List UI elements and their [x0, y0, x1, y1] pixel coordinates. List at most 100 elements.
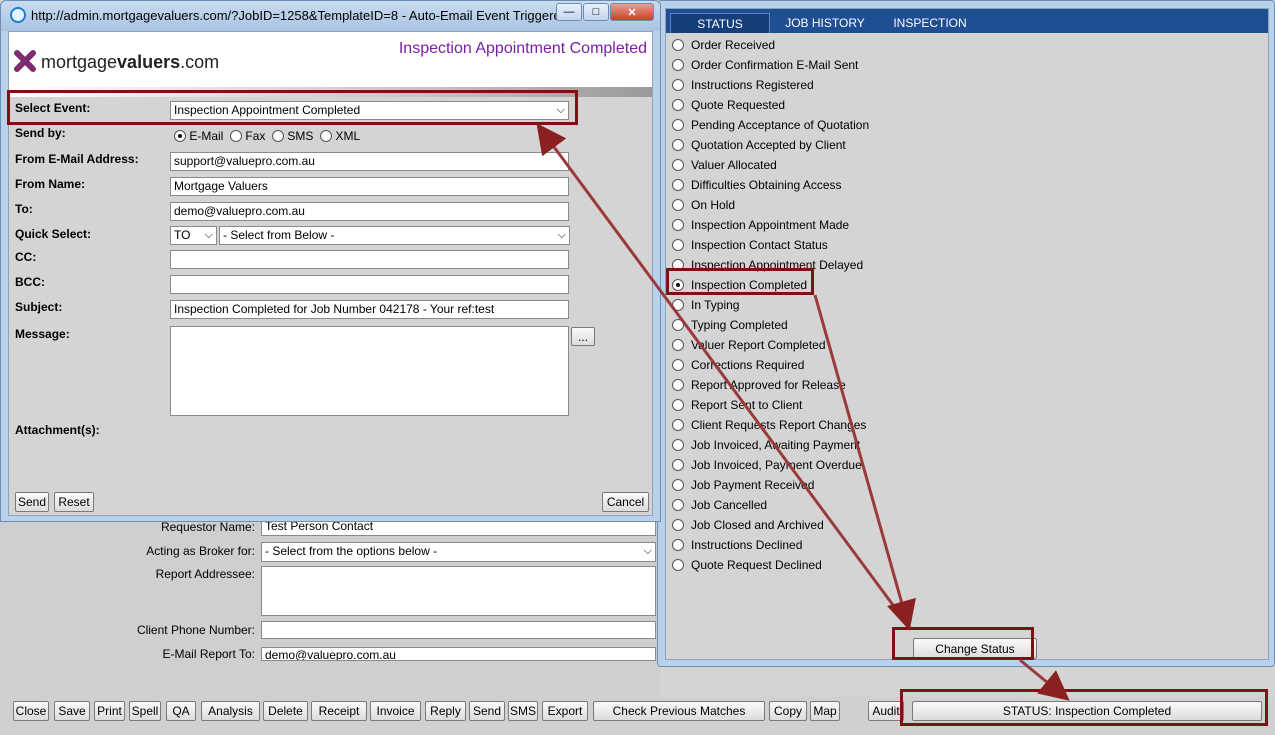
minimize-icon[interactable]: — [556, 3, 582, 21]
from-email-field[interactable]: support@valuepro.com.au [170, 152, 569, 171]
toolbar-button-receipt[interactable]: Receipt [311, 701, 367, 721]
status-option-label: Inspection Contact Status [691, 238, 828, 252]
radio-icon [672, 279, 684, 291]
status-option[interactable]: Job Closed and Archived [672, 516, 824, 534]
status-option[interactable]: Instructions Declined [672, 536, 802, 554]
status-option-label: Job Closed and Archived [691, 518, 824, 532]
send-by-sms-option[interactable]: SMS [272, 129, 313, 143]
tab-status[interactable]: STATUS [670, 13, 770, 33]
message-more-button[interactable]: ... [571, 327, 595, 346]
broker-label: Acting as Broker for: [146, 544, 255, 558]
subject-field[interactable]: Inspection Completed for Job Number 0421… [170, 300, 569, 319]
toolbar-button-sms[interactable]: SMS [508, 701, 538, 721]
toolbar-button-copy[interactable]: Copy [769, 701, 807, 721]
status-option[interactable]: Order Confirmation E-Mail Sent [672, 56, 858, 74]
status-option[interactable]: Quote Request Declined [672, 556, 822, 574]
toolbar-button-send[interactable]: Send [469, 701, 505, 721]
status-indicator-button[interactable]: STATUS: Inspection Completed [912, 701, 1262, 721]
toolbar-button-spell[interactable]: Spell [129, 701, 161, 721]
status-option[interactable]: Pending Acceptance of Quotation [672, 116, 869, 134]
status-option[interactable]: On Hold [672, 196, 735, 214]
toolbar-button-analysis[interactable]: Analysis [201, 701, 260, 721]
status-option[interactable]: Corrections Required [672, 356, 804, 374]
toolbar-button-print[interactable]: Print [94, 701, 125, 721]
quick-select-to-dropdown[interactable]: TO ⌵ [170, 226, 217, 245]
to-field[interactable]: demo@valuepro.com.au [170, 202, 569, 221]
from-name-field[interactable]: Mortgage Valuers [170, 177, 569, 196]
toolbar-button-check-previous-matches[interactable]: Check Previous Matches [593, 701, 765, 721]
status-option[interactable]: Quote Requested [672, 96, 785, 114]
logo-mark-icon [14, 50, 36, 72]
status-option[interactable]: Job Payment Received [672, 476, 814, 494]
toolbar-button-export[interactable]: Export [542, 701, 588, 721]
bottom-toolbar: Close Save Print Spell QA Analysis Delete Recei… [0, 697, 1275, 735]
status-option-label: Inspection Appointment Delayed [691, 258, 864, 272]
toolbar-button-reply[interactable]: Reply [425, 701, 466, 721]
cancel-button[interactable]: Cancel [602, 492, 649, 512]
status-option[interactable]: Report Sent to Client [672, 396, 802, 414]
status-option[interactable]: Order Received [672, 36, 775, 54]
status-option[interactable]: Quotation Accepted by Client [672, 136, 846, 154]
send-by-xml-option[interactable]: XML [320, 129, 360, 143]
browser-icon [10, 7, 26, 23]
toolbar-button-map[interactable]: Map [810, 701, 840, 721]
send-button[interactable]: Send [15, 492, 49, 512]
send-by-email-option[interactable]: E-Mail [174, 129, 223, 143]
header-divider [9, 87, 652, 97]
status-option-label: Corrections Required [691, 358, 805, 372]
status-option[interactable]: Typing Completed [672, 316, 788, 334]
radio-icon [672, 419, 684, 431]
toolbar-button-close[interactable]: Close [13, 701, 49, 721]
toolbar-button-qa[interactable]: QA [166, 701, 196, 721]
radio-icon [672, 499, 684, 511]
send-by-label: Send by: [15, 126, 66, 140]
send-by-fax-option[interactable]: Fax [230, 129, 265, 143]
change-status-button[interactable]: Change Status [913, 638, 1037, 659]
broker-select[interactable]: - Select from the options below - ⌵ [261, 542, 656, 562]
status-option[interactable]: Job Invoiced, Awaiting Payment [672, 436, 860, 454]
bcc-field[interactable] [170, 275, 569, 294]
report-addressee-field[interactable] [261, 566, 656, 616]
radio-icon [672, 379, 684, 391]
client-phone-field[interactable] [261, 621, 656, 639]
status-option[interactable]: Inspection Completed [672, 276, 807, 294]
status-option[interactable]: Difficulties Obtaining Access [672, 176, 842, 194]
select-event-dropdown[interactable]: Inspection Appointment Completed ⌵ [170, 101, 569, 120]
to-label: To: [15, 202, 33, 216]
tab-inspection[interactable]: INSPECTION [892, 13, 968, 33]
status-option[interactable]: Job Cancelled [672, 496, 767, 514]
status-option-label: Order Confirmation E-Mail Sent [691, 58, 859, 72]
radio-icon [672, 479, 684, 491]
status-option[interactable]: Inspection Appointment Made [672, 216, 849, 234]
quick-select-dropdown[interactable]: - Select from Below - ⌵ [219, 226, 570, 245]
chevron-down-icon: ⌵ [643, 545, 652, 557]
status-option[interactable]: Valuer Allocated [672, 156, 777, 174]
popup-titlebar[interactable]: http://admin.mortgagevaluers.com/?JobID=… [1, 1, 660, 31]
status-option[interactable]: Inspection Contact Status [672, 236, 828, 254]
status-option[interactable]: Instructions Registered [672, 76, 814, 94]
status-option[interactable]: Inspection Appointment Delayed [672, 256, 863, 274]
radio-icon [672, 459, 684, 471]
status-option[interactable]: Valuer Report Completed [672, 336, 826, 354]
status-option-label: Report Approved for Release [691, 378, 846, 392]
cc-field[interactable] [170, 250, 569, 269]
radio-icon [672, 299, 684, 311]
toolbar-button-save[interactable]: Save [54, 701, 90, 721]
select-event-value: Inspection Appointment Completed [174, 103, 361, 117]
status-option-label: Valuer Allocated [691, 158, 777, 172]
reset-button[interactable]: Reset [54, 492, 94, 512]
toolbar-button-invoice[interactable]: Invoice [370, 701, 421, 721]
status-option-label: Instructions Declined [691, 538, 803, 552]
close-icon[interactable]: ✕ [610, 3, 654, 21]
message-textarea[interactable] [170, 326, 569, 416]
status-option[interactable]: Client Requests Report Changes [672, 416, 866, 434]
status-option[interactable]: In Typing [672, 296, 739, 314]
radio-icon [672, 439, 684, 451]
toolbar-button-delete[interactable]: Delete [263, 701, 308, 721]
tab-job-history[interactable]: JOB HISTORY [778, 13, 872, 33]
toolbar-button-audit[interactable]: Audit [868, 701, 904, 721]
email-report-to-field[interactable]: demo@valuepro.com.au [261, 647, 656, 661]
maximize-icon[interactable]: □ [583, 3, 609, 21]
status-option[interactable]: Report Approved for Release [672, 376, 846, 394]
status-option[interactable]: Job Invoiced, Payment Overdue [672, 456, 862, 474]
